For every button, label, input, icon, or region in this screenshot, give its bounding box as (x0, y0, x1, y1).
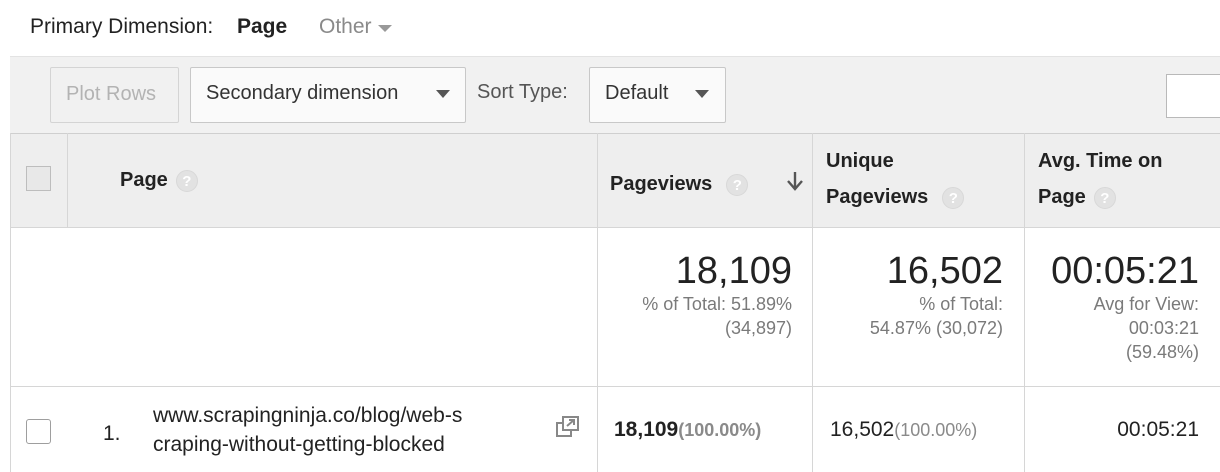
sort-type-label: Sort Type: (477, 81, 568, 103)
header-page-label: Page (120, 169, 168, 191)
total-pageviews-count: (34,897) (724, 318, 792, 338)
help-icon[interactable]: ? (726, 173, 749, 196)
sort-descending-icon[interactable] (785, 169, 805, 193)
external-link-icon[interactable] (555, 415, 581, 439)
row-unique: 16,502 (830, 418, 895, 441)
help-icon[interactable]: ? (1093, 186, 1116, 209)
total-unique: 16,502 (886, 250, 1003, 292)
dimension-other-dropdown[interactable]: Other (319, 15, 372, 39)
help-icon[interactable]: ? (942, 186, 965, 209)
total-unique-pct: 54.87% (30,072) (869, 318, 1003, 338)
secondary-dimension-dropdown[interactable]: Secondary dimension (190, 67, 466, 123)
header-avg-time[interactable]: Avg. Time on Page? (1038, 143, 1162, 215)
avg-for-view-pct: (59.48%) (1125, 342, 1199, 362)
divider (10, 133, 11, 472)
header-unique-pageviews[interactable]: Unique Pageviews? (826, 143, 965, 215)
secondary-dimension-label: Secondary dimension (206, 82, 399, 104)
row-page-link[interactable]: www.scrapingninja.co/blog/web-s craping-… (153, 401, 553, 459)
divider (597, 133, 598, 472)
header-unique-line2: Pageviews (826, 186, 929, 208)
search-input[interactable] (1166, 74, 1220, 118)
header-pageviews-label: Pageviews (610, 173, 713, 195)
divider (67, 133, 68, 227)
avg-for-view-value: 00:03:21 (1128, 318, 1199, 338)
row-number: 1. (103, 422, 121, 445)
divider (10, 133, 1220, 134)
total-pageviews-pct: % of Total: 51.89% (642, 294, 792, 314)
row-pageviews-cell: 18,109(100.00%) (614, 418, 761, 442)
select-all-checkbox[interactable] (26, 166, 51, 191)
header-avg-line2: Page (1038, 186, 1086, 208)
chevron-down-icon[interactable] (378, 25, 392, 32)
help-icon[interactable]: ? (175, 169, 198, 192)
sort-type-dropdown[interactable]: Default (589, 67, 726, 123)
chevron-down-icon (695, 90, 709, 98)
table-toolbar: Plot Rows Secondary dimension Sort Type:… (10, 56, 1220, 133)
data-table: Page? Pageviews? Unique Pageviews? Avg. … (10, 133, 1220, 472)
header-avg-line1: Avg. Time on (1038, 150, 1163, 172)
sort-type-value: Default (605, 82, 669, 104)
row-pageviews: 18,109 (614, 418, 679, 441)
total-unique-pct-label: % of Total: (919, 294, 1003, 314)
row-page-line1: www.scrapingninja.co/blog/web-s (153, 404, 463, 427)
header-page[interactable]: Page? (120, 162, 198, 198)
header-unique-line1: Unique (826, 150, 894, 172)
dimension-page-link[interactable]: Page (237, 15, 287, 39)
total-pageviews: 18,109 (675, 250, 792, 292)
primary-dimension-label: Primary Dimension: (30, 15, 214, 38)
plot-rows-button[interactable]: Plot Rows (50, 67, 179, 123)
divider (10, 227, 1220, 228)
header-pageviews[interactable]: Pageviews? (610, 166, 749, 202)
total-avg-time: 00:05:21 (1051, 250, 1199, 292)
row-checkbox[interactable] (26, 419, 51, 444)
divider (1024, 133, 1025, 472)
plot-rows-label: Plot Rows (66, 83, 157, 105)
row-unique-pct: (100.00%) (894, 420, 978, 440)
divider (10, 386, 1220, 387)
divider (812, 133, 813, 472)
row-page-line2: craping-without-getting-blocked (153, 433, 445, 456)
row-avg-time: 00:05:21 (1117, 418, 1199, 441)
avg-for-view-label: Avg for View: (1093, 294, 1199, 314)
primary-dimension-bar: Primary Dimension: Page Other (0, 0, 1220, 56)
chevron-down-icon (436, 90, 450, 98)
row-pageviews-pct: (100.00%) (678, 420, 762, 440)
row-unique-cell: 16,502(100.00%) (830, 418, 977, 442)
